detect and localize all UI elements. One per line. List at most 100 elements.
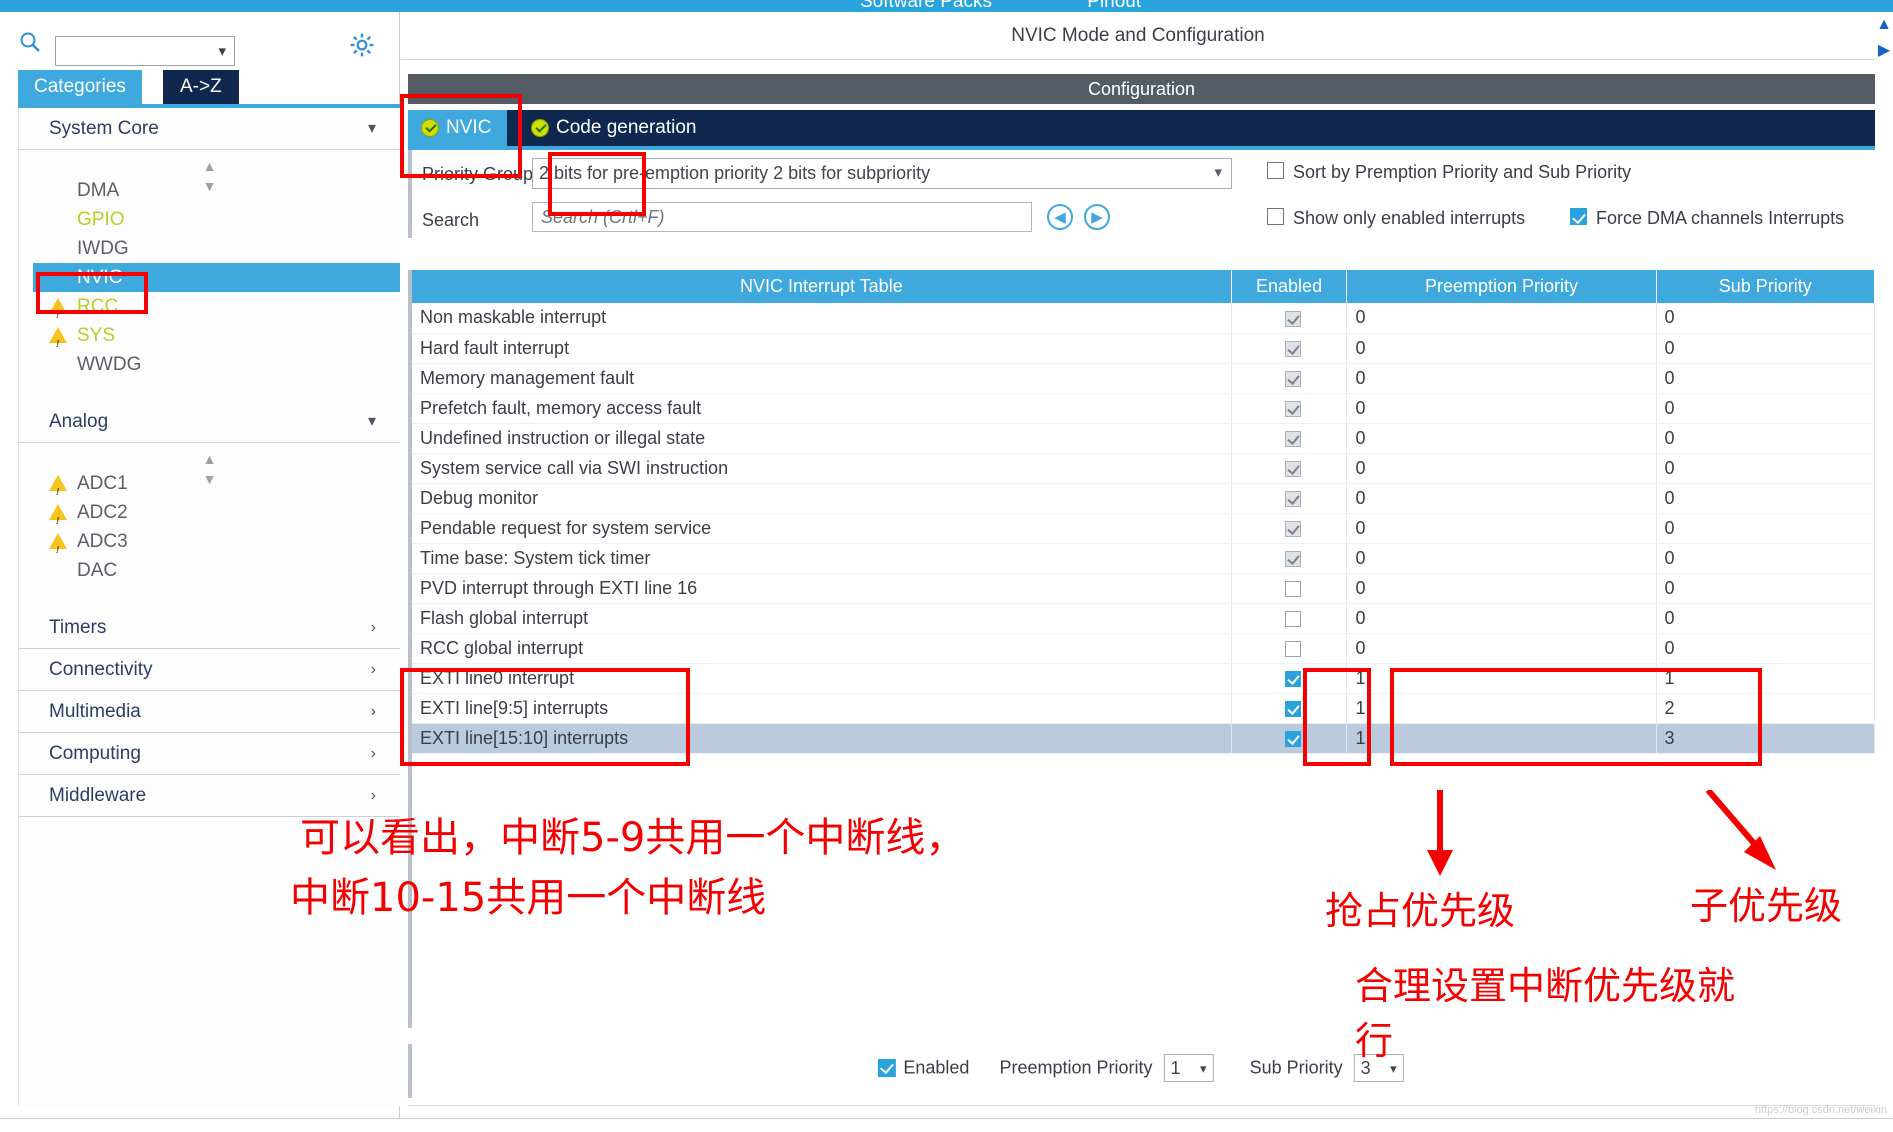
cell-preemption-priority[interactable]: 1 [1346, 663, 1657, 694]
scroll-spinner-analog[interactable]: ▲ ▼ [19, 443, 400, 487]
gear-icon[interactable] [349, 32, 375, 58]
cell-sub-priority[interactable]: 0 [1656, 453, 1875, 484]
footer-sub-select[interactable]: 3 ▾ [1353, 1054, 1404, 1082]
top-tab-software-packs[interactable]: Software Packs [860, 0, 992, 12]
cell-preemption-priority[interactable]: 0 [1346, 423, 1657, 454]
group-header-timers[interactable]: Timers › [19, 607, 400, 649]
cell-enabled[interactable] [1231, 603, 1348, 634]
sidebar-search-combo[interactable]: ▾ [55, 36, 235, 66]
group-header-computing[interactable]: Computing › [19, 733, 400, 775]
table-row[interactable]: Memory management fault 0 0 [412, 363, 1875, 394]
sidebar-item-iwdg[interactable]: IWDG [19, 234, 400, 263]
chevron-up-icon[interactable]: ▲ [1875, 12, 1893, 38]
cell-enabled[interactable] [1231, 693, 1348, 724]
cell-enabled[interactable] [1231, 423, 1348, 454]
cell-preemption-priority[interactable]: 1 [1346, 723, 1657, 754]
table-row[interactable]: Hard fault interrupt 0 0 [412, 333, 1875, 364]
cell-preemption-priority[interactable]: 0 [1346, 333, 1657, 364]
tab-code-generation[interactable]: Code generation [518, 110, 713, 146]
cell-enabled[interactable] [1231, 663, 1348, 694]
search-next-icon[interactable]: ▶ [1084, 204, 1110, 230]
table-row[interactable]: EXTI line0 interrupt 1 1 [412, 663, 1875, 694]
cell-enabled[interactable] [1231, 333, 1348, 364]
top-tab-pinout[interactable]: Pinout [1087, 0, 1141, 12]
sidebar-item-adc1[interactable]: ADC1 [19, 469, 400, 507]
group-header-middleware[interactable]: Middleware › [19, 775, 400, 817]
sidebar-item-sys[interactable]: SYS [19, 321, 400, 359]
col-header-name[interactable]: NVIC Interrupt Table [412, 270, 1232, 303]
col-header-sub[interactable]: Sub Priority [1656, 270, 1875, 303]
cell-preemption-priority[interactable]: 0 [1346, 303, 1657, 334]
enabled-checkbox[interactable] [1285, 490, 1302, 507]
sidebar-item-nvic[interactable]: NVIC [33, 263, 400, 292]
table-row[interactable]: Pendable request for system service 0 0 [412, 513, 1875, 544]
group-header-connectivity[interactable]: Connectivity › [19, 649, 400, 691]
cell-preemption-priority[interactable]: 0 [1346, 603, 1657, 634]
chevron-right-icon[interactable]: ▶ [1875, 38, 1893, 64]
cell-sub-priority[interactable]: 3 [1656, 723, 1875, 754]
enabled-checkbox[interactable] [1285, 550, 1302, 567]
sidebar-item-adc3[interactable]: ADC3 [19, 527, 400, 565]
cell-preemption-priority[interactable]: 0 [1346, 513, 1657, 544]
cell-sub-priority[interactable]: 0 [1656, 303, 1875, 334]
sort-by-priority-checkbox[interactable]: Sort by Premption Priority and Sub Prior… [1267, 162, 1631, 182]
cell-sub-priority[interactable]: 0 [1656, 513, 1875, 544]
sidebar-item-dac[interactable]: DAC [19, 556, 400, 585]
enabled-checkbox[interactable] [1285, 580, 1302, 597]
table-row[interactable]: Debug monitor 0 0 [412, 483, 1875, 514]
enabled-checkbox[interactable] [1285, 400, 1302, 417]
cell-enabled[interactable] [1231, 573, 1348, 604]
enabled-checkbox[interactable] [1285, 430, 1302, 447]
group-header-multimedia[interactable]: Multimedia › [19, 691, 400, 733]
table-row[interactable]: EXTI line[9:5] interrupts 1 2 [412, 693, 1875, 724]
cell-enabled[interactable] [1231, 513, 1348, 544]
cell-sub-priority[interactable]: 0 [1656, 393, 1875, 424]
cell-sub-priority[interactable]: 0 [1656, 333, 1875, 364]
sidebar-item-gpio[interactable]: GPIO [19, 205, 400, 234]
enabled-checkbox[interactable] [1285, 310, 1302, 327]
sidebar-item-wwdg[interactable]: WWDG [19, 350, 400, 379]
cell-sub-priority[interactable]: 1 [1656, 663, 1875, 694]
table-row[interactable]: System service call via SWI instruction 0… [412, 453, 1875, 484]
cell-preemption-priority[interactable]: 0 [1346, 483, 1657, 514]
sidebar-item-dma[interactable]: DMA [19, 176, 400, 205]
table-row[interactable]: Prefetch fault, memory access fault 0 0 [412, 393, 1875, 424]
cell-preemption-priority[interactable]: 0 [1346, 633, 1657, 664]
enabled-checkbox[interactable] [1285, 520, 1302, 537]
cell-sub-priority[interactable]: 0 [1656, 603, 1875, 634]
right-edge-collapse-arrows[interactable]: ▲ ▶ [1875, 12, 1893, 82]
cell-preemption-priority[interactable]: 0 [1346, 453, 1657, 484]
footer-enabled-checkbox[interactable] [877, 1059, 896, 1077]
enabled-checkbox[interactable] [1285, 460, 1302, 477]
enabled-checkbox[interactable] [1285, 670, 1302, 687]
tab-categories[interactable]: Categories [18, 70, 142, 104]
cell-enabled[interactable] [1231, 393, 1348, 424]
table-row[interactable]: Non maskable interrupt 0 0 [412, 303, 1875, 334]
cell-preemption-priority[interactable]: 0 [1346, 363, 1657, 394]
cell-preemption-priority[interactable]: 1 [1346, 693, 1657, 724]
cell-enabled[interactable] [1231, 453, 1348, 484]
sidebar-item-rcc[interactable]: RCC [19, 292, 400, 330]
table-row[interactable]: RCC global interrupt 0 0 [412, 633, 1875, 664]
cell-preemption-priority[interactable]: 0 [1346, 393, 1657, 424]
cell-preemption-priority[interactable]: 0 [1346, 543, 1657, 574]
enabled-checkbox[interactable] [1285, 640, 1302, 657]
enabled-checkbox[interactable] [1285, 610, 1302, 627]
sidebar-item-adc2[interactable]: ADC2 [19, 498, 400, 536]
cell-sub-priority[interactable]: 0 [1656, 543, 1875, 574]
cell-enabled[interactable] [1231, 633, 1348, 664]
cell-preemption-priority[interactable]: 0 [1346, 573, 1657, 604]
cell-sub-priority[interactable]: 0 [1656, 423, 1875, 454]
scroll-spinner-up[interactable]: ▲ ▼ [19, 150, 400, 194]
cell-enabled[interactable] [1231, 543, 1348, 574]
force-dma-checkbox[interactable]: Force DMA channels Interrupts [1570, 208, 1844, 228]
table-row[interactable]: Undefined instruction or illegal state 0 0 [412, 423, 1875, 454]
table-row[interactable]: PVD interrupt through EXTI line 16 0 0 [412, 573, 1875, 604]
show-only-enabled-checkbox[interactable]: Show only enabled interrupts [1267, 208, 1525, 228]
group-header-system-core[interactable]: System Core ▾ [19, 108, 400, 150]
cell-sub-priority[interactable]: 0 [1656, 483, 1875, 514]
enabled-checkbox[interactable] [1285, 340, 1302, 357]
tab-a-to-z[interactable]: A->Z [163, 70, 239, 104]
search-input[interactable] [533, 203, 1031, 231]
enabled-checkbox[interactable] [1285, 370, 1302, 387]
